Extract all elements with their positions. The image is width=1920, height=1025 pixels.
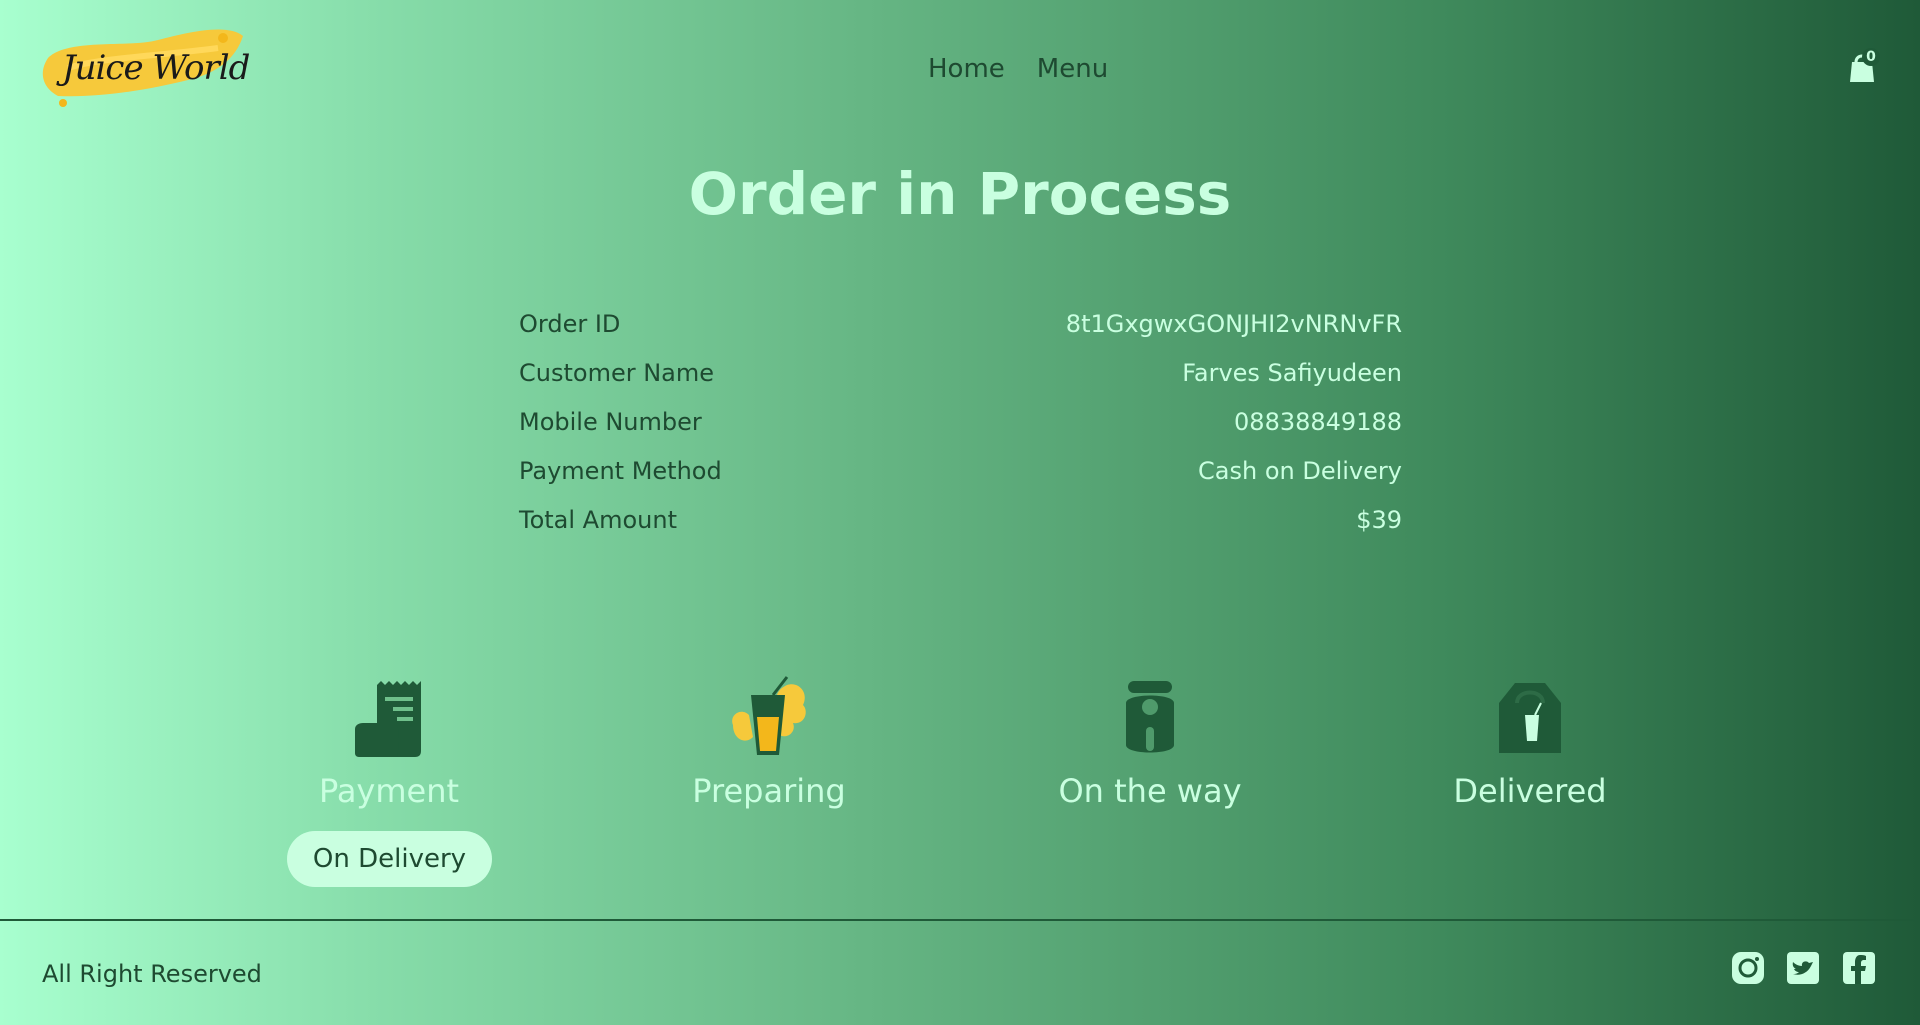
detail-row-payment-method: Payment Method Cash on Delivery xyxy=(519,457,1402,506)
detail-value: Farves Safiyudeen xyxy=(1182,359,1402,387)
detail-label: Mobile Number xyxy=(519,408,702,436)
facebook-icon[interactable] xyxy=(1841,950,1877,986)
receipt-icon xyxy=(355,681,421,757)
status-badge: On Delivery xyxy=(287,831,492,887)
takeaway-bag-icon xyxy=(1499,683,1561,753)
detail-value: 08838849188 xyxy=(1234,408,1402,436)
header: Juice World Home Menu 0 xyxy=(0,0,1920,140)
step-on-the-way: On the way xyxy=(1020,675,1280,810)
step-label: Payment xyxy=(318,772,460,810)
twitter-icon[interactable] xyxy=(1785,950,1821,986)
detail-value: Cash on Delivery xyxy=(1198,457,1402,485)
detail-value: $39 xyxy=(1356,506,1402,534)
nav-home[interactable]: Home xyxy=(928,54,1005,84)
detail-value: 8t1GxgwxGONJHI2vNRNvFR xyxy=(1065,310,1402,338)
step-label: Delivered xyxy=(1453,772,1607,810)
juice-glass-icon xyxy=(731,676,806,755)
logo-text: Juice World xyxy=(62,48,250,88)
detail-label: Order ID xyxy=(519,310,621,338)
step-label: On the way xyxy=(1058,772,1242,810)
nav: Home Menu xyxy=(928,54,1108,84)
instagram-icon[interactable] xyxy=(1730,950,1766,986)
detail-label: Customer Name xyxy=(519,359,715,387)
scooter-icon xyxy=(1126,681,1174,753)
cart-count-badge: 0 xyxy=(1862,48,1880,66)
detail-label: Total Amount xyxy=(519,506,677,534)
footer-copyright: All Right Reserved xyxy=(42,960,262,988)
page-title: Order in Process xyxy=(688,160,1232,228)
step-payment: Payment xyxy=(259,675,519,810)
detail-row-total-amount: Total Amount $39 xyxy=(519,506,1402,555)
nav-menu[interactable]: Menu xyxy=(1037,54,1108,84)
footer-divider xyxy=(0,919,1920,921)
step-preparing: Preparing xyxy=(639,675,899,810)
detail-label: Payment Method xyxy=(519,457,722,485)
detail-row-mobile-number: Mobile Number 08838849188 xyxy=(519,408,1402,457)
detail-row-customer-name: Customer Name Farves Safiyudeen xyxy=(519,359,1402,408)
step-delivered: Delivered xyxy=(1400,675,1660,810)
detail-row-order-id: Order ID 8t1GxgwxGONJHI2vNRNvFR xyxy=(519,310,1402,359)
step-label: Preparing xyxy=(692,772,846,810)
order-details: Order ID 8t1GxgwxGONJHI2vNRNvFR Customer… xyxy=(519,310,1402,555)
